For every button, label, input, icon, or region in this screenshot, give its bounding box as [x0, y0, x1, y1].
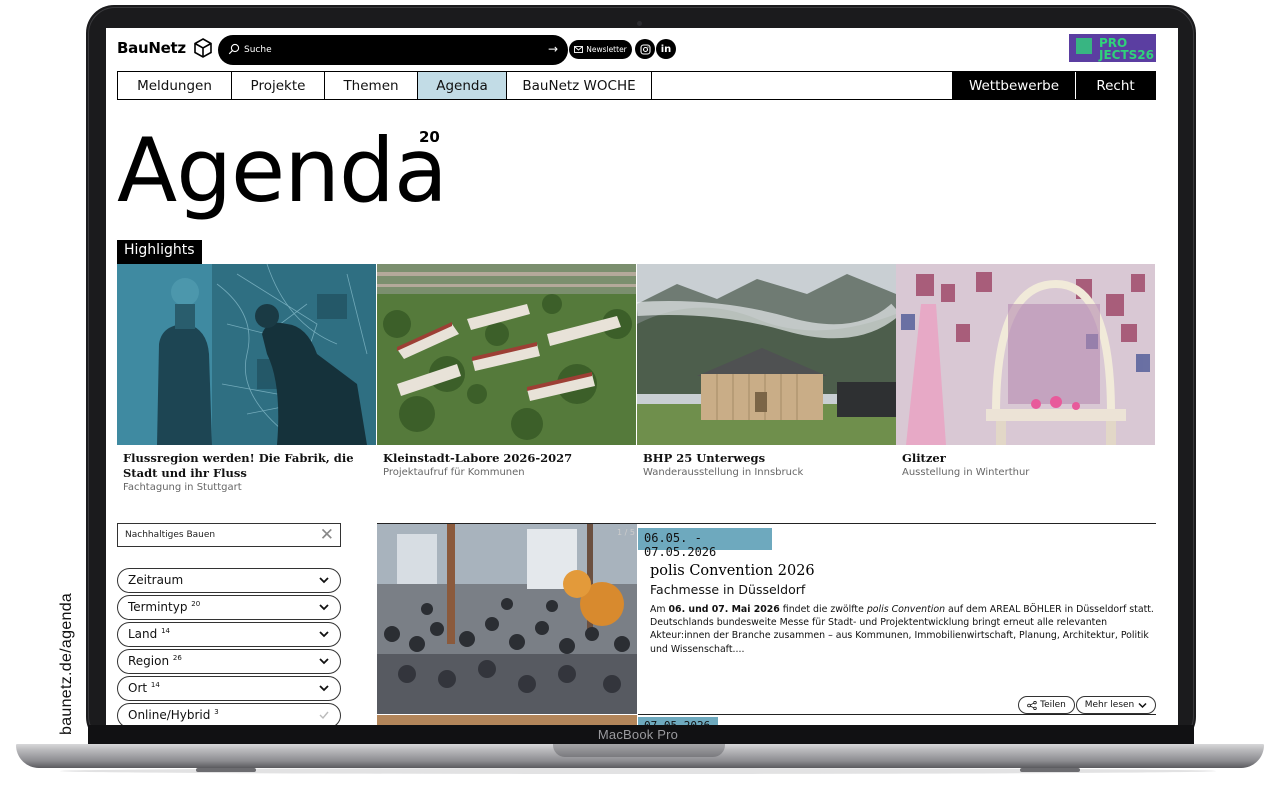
chevron-down-icon	[1138, 702, 1147, 708]
filter-label: Region	[128, 654, 170, 668]
chevron-down-icon	[319, 658, 329, 665]
highlight-subtitle: Fachtagung in Stuttgart	[123, 482, 242, 493]
chevron-down-icon	[319, 604, 329, 611]
filter-label: Zeitraum	[128, 573, 184, 587]
laptop-foot	[1020, 768, 1080, 772]
check-icon	[319, 711, 329, 720]
share-button[interactable]: Teilen	[1018, 696, 1075, 714]
chevron-down-icon	[319, 577, 329, 584]
filter-count: 14	[161, 627, 171, 635]
page-title: Agenda	[117, 119, 448, 222]
highlight-title[interactable]: Flussregion werden! Die Fabrik, die Stad…	[123, 451, 376, 481]
search-icon	[228, 43, 240, 55]
highlights-label: Highlights	[117, 240, 202, 264]
filter-label: Online/Hybrid	[128, 708, 211, 722]
share-label: Teilen	[1040, 700, 1066, 710]
clear-filter-icon[interactable]: ✕	[320, 527, 334, 544]
logo[interactable]: BauNetz	[117, 37, 214, 59]
nav-item-agenda[interactable]: Agenda	[418, 72, 507, 99]
filter-termintyp[interactable]: Termintyp 20	[117, 595, 341, 620]
highlight-image[interactable]	[896, 264, 1155, 445]
highlight-image[interactable]	[377, 264, 636, 445]
instagram-button[interactable]	[635, 39, 655, 59]
highlight-image[interactable]	[637, 264, 896, 445]
nav-item-wettbewerbe[interactable]: Wettbewerbe	[952, 72, 1075, 99]
newsletter-button[interactable]: Newsletter	[569, 40, 632, 59]
highlight-card[interactable]: Glitzer Ausstellung in Winterthur	[896, 264, 1155, 478]
highlight-image[interactable]	[117, 264, 376, 445]
search-bar[interactable]: →	[218, 35, 568, 65]
chevron-down-icon	[319, 685, 329, 692]
main-nav: Meldungen Projekte Themen Agenda BauNetz…	[117, 71, 1156, 100]
nav-item-themen[interactable]: Themen	[325, 72, 418, 99]
event-date: 06.05. - 07.05.2026	[638, 528, 772, 559]
linkedin-icon: in	[660, 43, 672, 55]
share-icon	[1027, 700, 1037, 710]
event-image[interactable]	[377, 524, 637, 714]
filter-region[interactable]: Region 26	[117, 649, 341, 674]
browser-screen: BauNetz → Newsletter in PRO JECTS26	[106, 28, 1178, 725]
mail-icon	[574, 46, 584, 53]
event-description: Am 06. und 07. Mai 2026 findet die zwölf…	[650, 603, 1155, 656]
nav-item-meldungen[interactable]: Meldungen	[118, 72, 232, 99]
laptop-foot	[196, 768, 256, 772]
filter-label: Ort	[128, 681, 148, 695]
filter-label: Termintyp	[128, 600, 188, 614]
event-desc-date: 06. und 07. Mai 2026	[668, 604, 780, 615]
filter-count: 26	[172, 654, 182, 662]
read-more-label: Mehr lesen	[1084, 700, 1135, 710]
filter-online-hybrid[interactable]: Online/Hybrid 3	[117, 703, 341, 725]
highlight-subtitle: Projektaufruf für Kommunen	[383, 467, 525, 478]
highlight-title[interactable]: Kleinstadt-Labore 2026-2027	[383, 451, 636, 466]
event-desc-text: Am	[650, 604, 669, 615]
filter-land[interactable]: Land 14	[117, 622, 341, 647]
highlight-card[interactable]: Kleinstadt-Labore 2026-2027 Projektaufru…	[377, 264, 636, 478]
projects26-badge[interactable]: PRO JECTS26	[1069, 34, 1156, 62]
projects-badge-text: PRO JECTS26	[1099, 36, 1154, 62]
read-more-button[interactable]: Mehr lesen	[1076, 696, 1156, 714]
event-image[interactable]	[377, 715, 637, 725]
highlight-card[interactable]: Flussregion werden! Die Fabrik, die Stad…	[117, 264, 376, 493]
side-url: baunetz.de/agenda	[58, 592, 75, 735]
event-subtitle: Fachmesse in Düsseldorf	[650, 582, 806, 597]
event-title[interactable]: polis Convention 2026	[650, 563, 815, 579]
highlight-card[interactable]: BHP 25 Unterwegs Wanderausstellung in In…	[637, 264, 896, 478]
filter-zeitraum[interactable]: Zeitraum	[117, 568, 341, 593]
newsletter-label: Newsletter	[586, 45, 627, 54]
search-submit-arrow-icon[interactable]: →	[548, 42, 558, 56]
nav-item-baunetz-woche[interactable]: BauNetz WOCHE	[507, 72, 652, 99]
nav-item-projekte[interactable]: Projekte	[232, 72, 325, 99]
image-page-indicator: 1 / 5	[617, 528, 635, 537]
title-count: 20	[419, 128, 440, 146]
camera-icon	[637, 21, 642, 26]
event-desc-name: polis Convention	[866, 604, 946, 615]
laptop-notch	[553, 744, 725, 757]
event-desc-text: findet die zwölfte	[779, 604, 867, 615]
instagram-icon	[639, 43, 651, 55]
logo-text: BauNetz	[117, 39, 186, 57]
chevron-down-icon	[319, 631, 329, 638]
device-label: MacBook Pro	[597, 727, 679, 742]
highlight-title[interactable]: BHP 25 Unterwegs	[643, 451, 896, 466]
cube-logo-icon	[193, 38, 212, 58]
highlight-title[interactable]: Glitzer	[902, 451, 1155, 466]
event-divider	[638, 714, 1156, 715]
search-input[interactable]	[242, 41, 532, 59]
filter-search-value: Nachhaltiges Bauen	[125, 530, 216, 540]
highlight-subtitle: Ausstellung in Winterthur	[902, 467, 1030, 478]
nav-item-recht[interactable]: Recht	[1075, 72, 1155, 99]
filter-count: 20	[191, 600, 201, 608]
event-date: 07.05.2026	[638, 717, 718, 725]
projects-logo-icon	[1076, 38, 1092, 54]
filter-search-field[interactable]: Nachhaltiges Bauen ✕	[117, 523, 341, 547]
filter-count: 3	[214, 708, 219, 716]
filter-label: Land	[128, 627, 158, 641]
linkedin-button[interactable]: in	[656, 39, 676, 59]
filter-ort[interactable]: Ort 14	[117, 676, 341, 701]
filter-count: 14	[150, 681, 160, 689]
highlight-subtitle: Wanderausstellung in Innsbruck	[643, 467, 804, 478]
